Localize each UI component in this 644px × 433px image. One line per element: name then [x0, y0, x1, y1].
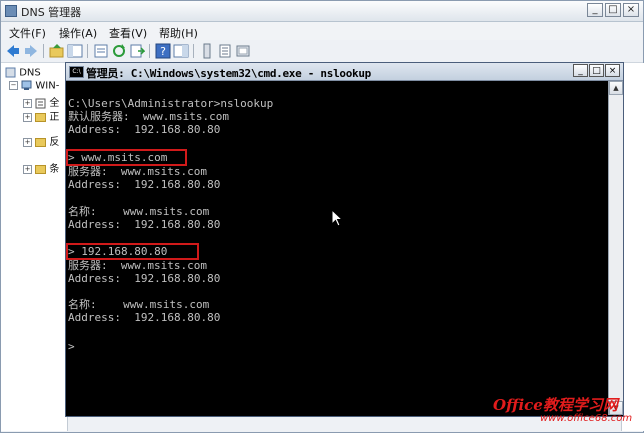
- close-button[interactable]: ×: [623, 3, 639, 17]
- properties-icon[interactable]: [93, 43, 109, 59]
- tree-node-server[interactable]: − WIN-: [9, 80, 59, 92]
- highlight-box-domain-query: [66, 149, 187, 166]
- tree-label-forward: 正: [49, 112, 60, 123]
- tree-label-conditional: 条: [49, 164, 60, 175]
- console-line: 服务器: www.msits.com: [68, 165, 207, 178]
- menu-view[interactable]: 查看(V): [109, 25, 147, 41]
- console-tree-pane[interactable]: DNS − WIN- + 全 + 正 + 反 + 条: [1, 63, 68, 431]
- cmd-close-button[interactable]: ×: [605, 64, 620, 77]
- action-pane-icon[interactable]: [173, 43, 189, 59]
- watermark-url: www.office68.com: [540, 413, 633, 424]
- console-line: Address: 192.168.80.80: [68, 123, 221, 136]
- dns-server-icon: [5, 67, 16, 78]
- cmd-title-bar[interactable]: C:\ 管理员: C:\Windows\system32\cmd.exe - n…: [66, 63, 623, 81]
- back-arrow-icon[interactable]: [5, 43, 21, 59]
- dns-title-bar[interactable]: DNS 管理器 _ □ ×: [1, 1, 643, 22]
- menu-help[interactable]: 帮助(H): [159, 25, 198, 41]
- console-line: 名称: www.msits.com: [68, 205, 210, 218]
- menu-action[interactable]: 操作(A): [59, 25, 97, 41]
- toolbar-separator: [149, 44, 150, 58]
- console-line: Address: 192.168.80.80: [68, 218, 221, 231]
- tree-node-global-logs[interactable]: + 全: [23, 94, 59, 109]
- show-hide-tree-icon[interactable]: [67, 43, 83, 59]
- toolbar-separator: [43, 44, 44, 58]
- tree-node-conditional[interactable]: + 条: [23, 160, 59, 175]
- help-icon[interactable]: ?: [155, 43, 171, 59]
- console-prompt[interactable]: >: [68, 340, 75, 353]
- record-list-icon[interactable]: [235, 43, 251, 59]
- toolbar-separator: [193, 44, 194, 58]
- console-scrollbar[interactable]: ▲ ▼: [608, 81, 623, 415]
- tree-label-dns: DNS: [19, 67, 41, 79]
- console-line: Address: 192.168.80.80: [68, 178, 221, 191]
- export-list-icon[interactable]: [129, 43, 145, 59]
- console-line: 服务器: www.msits.com: [68, 259, 207, 272]
- tree-node-forward-zones[interactable]: + 正: [23, 108, 59, 123]
- minimize-button[interactable]: _: [587, 3, 603, 17]
- dns-window-title: DNS 管理器: [21, 6, 82, 19]
- computer-icon: [21, 80, 32, 90]
- console-line: 名称: www.msits.com: [68, 298, 210, 311]
- cmd-window-title: 管理员: C:\Windows\system32\cmd.exe - nsloo…: [86, 67, 372, 80]
- toolbar: ?: [1, 40, 643, 63]
- toolbar-separator: [87, 44, 88, 58]
- tree-label-server: WIN-: [35, 80, 60, 92]
- menu-file[interactable]: 文件(F): [9, 25, 46, 41]
- cmd-maximize-button[interactable]: □: [589, 64, 604, 77]
- console-line: Address: 192.168.80.80: [68, 272, 221, 285]
- action-pane-strip: [621, 63, 644, 431]
- menu-bar: 文件(F) 操作(A) 查看(V) 帮助(H): [1, 22, 643, 40]
- svg-text:?: ?: [160, 45, 166, 58]
- cmd-window[interactable]: C:\ 管理员: C:\Windows\system32\cmd.exe - n…: [65, 62, 624, 417]
- tree-label-reverse: 反: [49, 137, 60, 148]
- watermark-brand: Office教程学习网: [493, 396, 618, 414]
- zone-list-icon[interactable]: [217, 43, 233, 59]
- expand-expander[interactable]: +: [23, 164, 32, 174]
- console-output[interactable]: C:\Users\Administrator>nslookup 默认服务器: w…: [66, 81, 608, 415]
- cmd-minimize-button[interactable]: _: [573, 64, 588, 77]
- console-line: C:\Users\Administrator>nslookup: [68, 97, 274, 110]
- folder-icon: [35, 137, 47, 147]
- collapse-expander[interactable]: −: [9, 81, 18, 90]
- server-list-icon[interactable]: [199, 43, 215, 59]
- console-line: Address: 192.168.80.80: [68, 311, 221, 324]
- expand-expander[interactable]: +: [23, 112, 32, 122]
- up-folder-icon[interactable]: [49, 43, 65, 59]
- dns-app-icon: [5, 5, 17, 17]
- log-icon: [35, 98, 46, 108]
- maximize-button[interactable]: □: [605, 3, 621, 17]
- cmd-prompt-icon: C:\: [69, 66, 84, 78]
- folder-icon: [35, 112, 47, 122]
- tree-node-reverse-zones[interactable]: + 反: [23, 133, 59, 148]
- refresh-icon[interactable]: [111, 43, 127, 59]
- console-line: 默认服务器: www.msits.com: [68, 110, 229, 123]
- highlight-box-ip-query: [66, 243, 199, 260]
- dns-window-controls: _ □ ×: [587, 3, 639, 17]
- expand-expander[interactable]: +: [23, 137, 32, 147]
- tree-node-dns[interactable]: DNS: [5, 67, 41, 79]
- expand-expander[interactable]: +: [23, 98, 32, 108]
- cmd-window-controls: _ □ ×: [573, 64, 620, 77]
- mouse-cursor-icon: [331, 209, 343, 227]
- scroll-up-arrow[interactable]: ▲: [609, 81, 623, 95]
- folder-icon: [35, 164, 47, 174]
- forward-arrow-icon[interactable]: [23, 43, 39, 59]
